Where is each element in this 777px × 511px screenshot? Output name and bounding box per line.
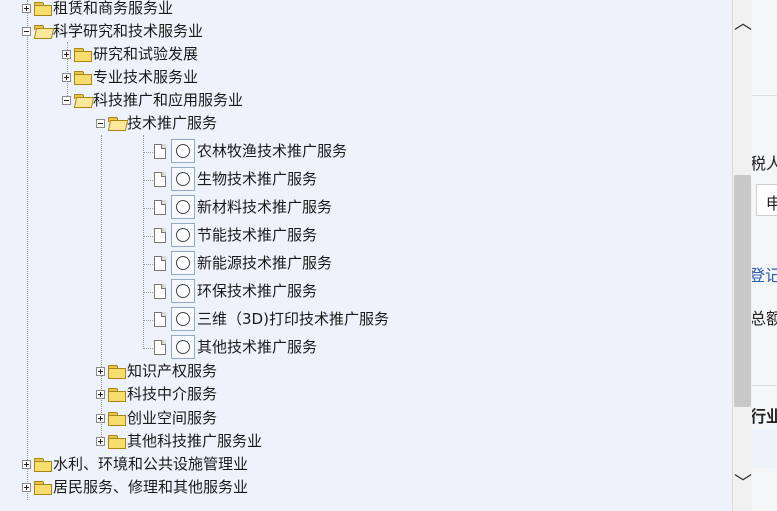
bg-text: 总额 [752,309,777,328]
radio-box[interactable] [171,195,195,219]
collapse-icon[interactable] [62,95,71,105]
folder-icon [108,364,126,379]
tree-leaf[interactable]: 农林牧渔技术推广服务 [154,138,347,164]
tree-node-science-research[interactable]: 科学研究和技术服务业 [22,20,203,42]
folder-icon [74,70,92,85]
tree-leaf[interactable]: 三维（3D)打印技术推广服务 [154,306,389,332]
divider [752,95,777,96]
tree-connector [143,292,153,293]
tree-connector [143,152,153,153]
radio-box[interactable] [171,139,195,163]
vertical-scrollbar[interactable]: ︿ ﹀ [732,0,752,511]
document-icon [154,255,166,271]
chevron-down-icon[interactable]: ﹀ [733,472,753,494]
industry-tree-dropdown[interactable]: 租赁和商务服务业 科学研究和技术服务业 研究和试验发展 专业技术服务业 科技推广… [0,0,732,511]
tree-node-professional-tech[interactable]: 专业技术服务业 [62,66,198,88]
tree-node-water-environment[interactable]: 水利、环境和公共设施管理业 [22,453,248,475]
tree-connector [143,264,153,265]
radio-button[interactable] [176,284,190,298]
document-icon [154,339,166,355]
radio-button[interactable] [176,200,190,214]
radio-button[interactable] [176,172,190,186]
divider [752,385,777,386]
expand-icon[interactable] [22,459,31,469]
tree-connector [143,348,153,349]
tree-node-tech-promotion-application[interactable]: 科技推广和应用服务业 [62,89,243,111]
radio-button[interactable] [176,256,190,270]
tree-node-resident-services[interactable]: 居民服务、修理和其他服务业 [22,476,248,498]
bg-row [752,430,777,468]
document-icon [154,311,166,327]
open-folder-icon [74,93,91,107]
tree-node-leasing[interactable]: 租赁和商务服务业 [22,0,173,19]
background-page: 税人 申 登记 总额 行业 [752,0,777,511]
tree-node-tech-promotion-services[interactable]: 技术推广服务 [96,112,217,134]
document-icon [154,171,166,187]
expand-icon[interactable] [62,72,71,82]
tree-connector [143,320,153,321]
radio-box[interactable] [171,335,195,359]
tree-leaf[interactable]: 节能技术推广服务 [154,222,317,248]
bg-link: 登记 [752,266,777,285]
document-icon [154,227,166,243]
document-icon [154,143,166,159]
tree-leaf[interactable]: 环保技术推广服务 [154,278,317,304]
tree-connector [143,180,153,181]
scrollbar-thumb[interactable] [734,175,751,407]
radio-box[interactable] [171,251,195,275]
tree-connector [27,0,28,500]
radio-box[interactable] [171,223,195,247]
chevron-up-icon[interactable]: ︿ [733,12,753,34]
folder-icon [108,411,126,426]
open-folder-icon [34,24,51,38]
tree-node-tech-intermediary[interactable]: 科技中介服务 [96,383,217,405]
tree-node-ip-services[interactable]: 知识产权服务 [96,360,217,382]
folder-icon [108,434,126,449]
tree-leaf[interactable]: 新能源技术推广服务 [154,250,332,276]
folder-icon [108,387,126,402]
expand-icon[interactable] [96,366,105,376]
radio-button[interactable] [176,340,190,354]
expand-icon[interactable] [62,49,71,59]
radio-box[interactable] [171,279,195,303]
radio-button[interactable] [176,312,190,326]
document-icon [154,199,166,215]
radio-button[interactable] [176,144,190,158]
collapse-icon[interactable] [22,26,31,36]
expand-icon[interactable] [96,436,105,446]
tree-leaf[interactable]: 新材料技术推广服务 [154,194,332,220]
radio-box[interactable] [171,167,195,191]
tree-connector [143,135,144,349]
tree-connector [143,208,153,209]
radio-button[interactable] [176,228,190,242]
expand-icon[interactable] [96,389,105,399]
tree-node-other-tech-promotion[interactable]: 其他科技推广服务业 [96,430,262,452]
bg-heading: 行业 [752,407,777,426]
folder-icon [34,1,52,16]
tree-node-startup-space[interactable]: 创业空间服务 [96,407,217,429]
expand-icon[interactable] [22,482,31,492]
bg-text: 申 [766,194,777,213]
radio-box[interactable] [171,307,195,331]
folder-icon [34,457,52,472]
tree-node-research-development[interactable]: 研究和试验发展 [62,43,198,65]
tree-leaf[interactable]: 其他技术推广服务 [154,334,317,360]
collapse-icon[interactable] [96,118,105,128]
bg-text: 税人 [752,154,777,173]
folder-icon [34,480,52,495]
tree-leaf[interactable]: 生物技术推广服务 [154,166,317,192]
expand-icon[interactable] [96,413,105,423]
folder-icon [74,47,92,62]
document-icon [154,283,166,299]
expand-icon[interactable] [22,3,31,13]
open-folder-icon [108,116,125,130]
tree-connector [143,236,153,237]
